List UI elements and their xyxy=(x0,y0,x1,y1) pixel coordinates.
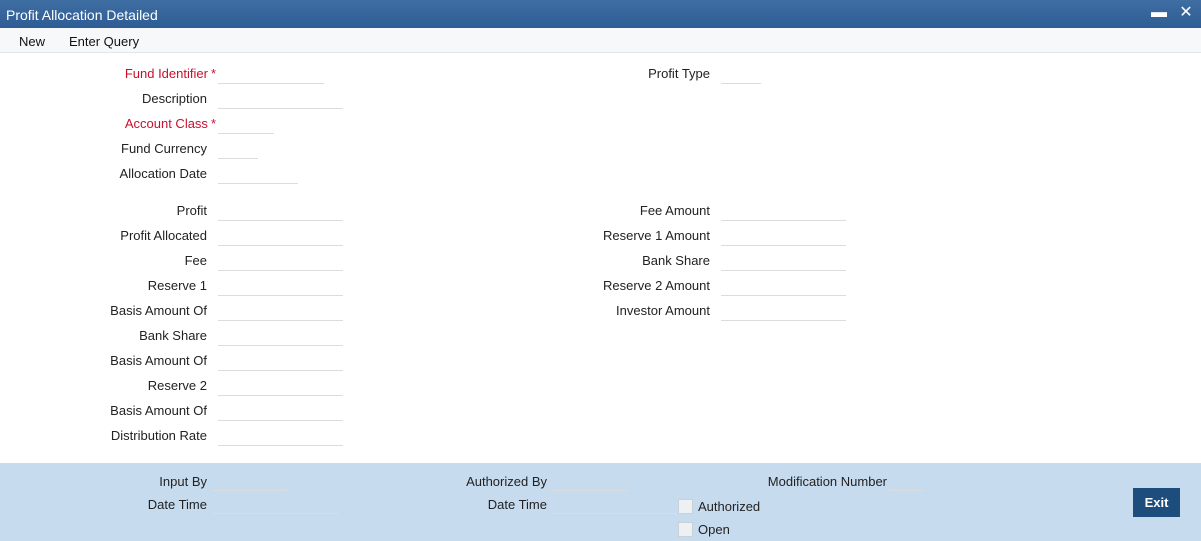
basis-amount-of-label: Basis Amount Of xyxy=(110,403,207,418)
allocation-date-field[interactable] xyxy=(218,164,298,184)
window-title: Profit Allocation Detailed xyxy=(6,7,158,23)
authorized-date-time-field[interactable] xyxy=(550,494,677,514)
profit-allocated-label: Profit Allocated xyxy=(120,228,207,243)
fund-identifier-label: Fund Identifier * xyxy=(124,66,216,81)
reserve-2-field[interactable] xyxy=(218,376,343,396)
reserve-1-field[interactable] xyxy=(218,276,343,296)
authorized-label: Authorized xyxy=(698,499,761,514)
bank-share-label: Bank Share xyxy=(139,328,207,343)
profit-type-label: Profit Type xyxy=(648,66,710,81)
account-class-label: Account Class * xyxy=(124,116,216,131)
allocation-date-label: Allocation Date xyxy=(119,166,207,181)
basis-amount-of-label: Basis Amount Of xyxy=(110,303,207,318)
reserve-2-amount-field[interactable] xyxy=(721,276,846,296)
window-titlebar: Profit Allocation Detailed ▬ ✕ xyxy=(0,0,1201,28)
modification-number-label: Modification Number xyxy=(767,474,887,489)
authorized-by-field[interactable] xyxy=(550,471,627,491)
distribution-rate-field[interactable] xyxy=(218,426,343,446)
investor-amount-label: Investor Amount xyxy=(616,303,710,318)
required-marker: * xyxy=(210,66,216,81)
bank-share-field[interactable] xyxy=(218,326,343,346)
fee-amount-field[interactable] xyxy=(721,201,846,221)
close-icon[interactable]: ✕ xyxy=(1176,2,1196,24)
profit-allocated-field[interactable] xyxy=(218,226,343,246)
menu-new[interactable]: New xyxy=(19,34,45,49)
input-date-time-field[interactable] xyxy=(212,494,339,514)
open-label: Open xyxy=(698,522,730,537)
description-field[interactable] xyxy=(218,89,343,109)
distribution-rate-label: Distribution Rate xyxy=(110,428,207,443)
fee-label: Fee xyxy=(184,253,207,268)
description-label: Description xyxy=(141,91,207,106)
menu-bar: New Enter Query xyxy=(0,28,1201,53)
menu-enter-query[interactable]: Enter Query xyxy=(69,34,139,49)
reserve-2-label: Reserve 2 xyxy=(147,378,207,393)
required-marker: * xyxy=(210,116,216,131)
bank-share-amount-label: Bank Share xyxy=(642,253,710,268)
reserve-1-amount-field[interactable] xyxy=(721,226,846,246)
profit-field[interactable] xyxy=(218,201,343,221)
basis-amount-of-field[interactable] xyxy=(218,351,343,371)
profit-type-field[interactable] xyxy=(721,64,761,84)
bank-share-amount-field[interactable] xyxy=(721,251,846,271)
minimize-icon[interactable]: ▬ xyxy=(1149,2,1169,24)
fund-identifier-field[interactable] xyxy=(218,64,324,84)
modification-number-field[interactable] xyxy=(890,471,923,491)
fee-amount-label: Fee Amount xyxy=(639,203,710,218)
reserve-2-amount-label: Reserve 2 Amount xyxy=(603,278,710,293)
fee-field[interactable] xyxy=(218,251,343,271)
input-by-field[interactable] xyxy=(212,471,287,491)
basis-amount-of-label: Basis Amount Of xyxy=(110,353,207,368)
exit-button[interactable]: Exit xyxy=(1133,488,1180,517)
fund-currency-field[interactable] xyxy=(218,139,258,159)
open-checkbox[interactable] xyxy=(678,522,693,537)
basis-amount-of-field[interactable] xyxy=(218,401,343,421)
authorized-checkbox[interactable] xyxy=(678,499,693,514)
account-class-field[interactable] xyxy=(218,114,274,134)
reserve-1-label: Reserve 1 xyxy=(147,278,207,293)
input-date-time-label: Date Time xyxy=(147,497,207,512)
fund-currency-label: Fund Currency xyxy=(121,141,207,156)
profit-label: Profit xyxy=(176,203,207,218)
investor-amount-field[interactable] xyxy=(721,301,846,321)
authorized-date-time-label: Date Time xyxy=(487,497,547,512)
input-by-label: Input By xyxy=(159,474,207,489)
reserve-1-amount-label: Reserve 1 Amount xyxy=(603,228,710,243)
basis-amount-of-field[interactable] xyxy=(218,301,343,321)
authorized-by-label: Authorized By xyxy=(466,474,547,489)
